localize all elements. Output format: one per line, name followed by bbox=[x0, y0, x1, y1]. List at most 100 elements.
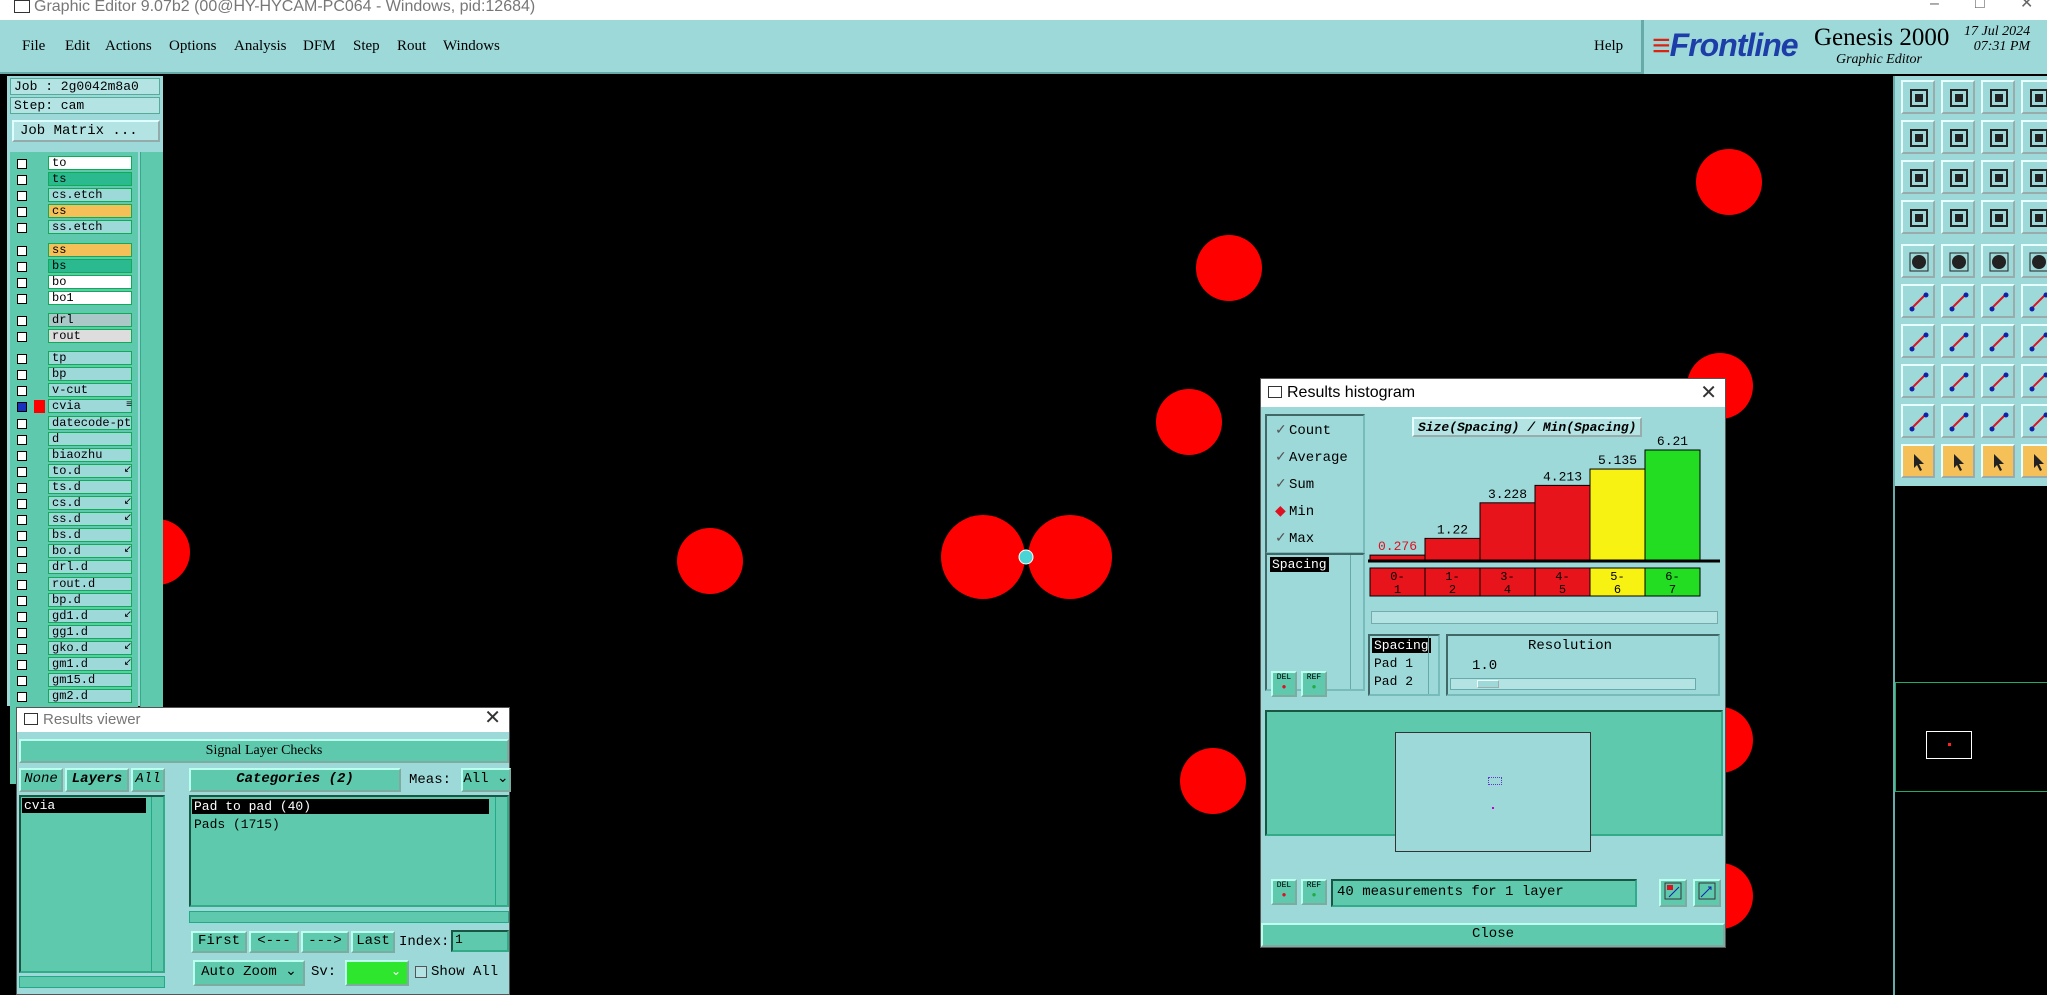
open-icon[interactable] bbox=[1901, 80, 1935, 114]
lasso-icon[interactable] bbox=[1981, 444, 2015, 478]
layer-name[interactable]: cs.etch bbox=[48, 188, 132, 203]
layer-visibility-checkbox[interactable] bbox=[17, 692, 27, 703]
layer-row[interactable]: bs.d bbox=[10, 528, 138, 543]
auto-zoom-dropdown[interactable]: Auto Zoom ⌄ bbox=[193, 960, 305, 986]
category-list[interactable]: Pad to pad (40) Pads (1715) bbox=[189, 795, 509, 907]
close-icon[interactable]: ✕ bbox=[2020, 0, 2033, 12]
option-average[interactable]: ✓ Average bbox=[1275, 449, 1348, 466]
swap-icon[interactable] bbox=[1981, 120, 2015, 154]
results-viewer-close-icon[interactable]: ✕ bbox=[484, 706, 501, 730]
layer-name[interactable]: to.d bbox=[48, 463, 132, 478]
layer-visibility-checkbox[interactable] bbox=[17, 660, 27, 670]
meas-item-pad1[interactable]: Pad 1 bbox=[1374, 656, 1413, 671]
layers-all-button[interactable]: All bbox=[131, 768, 165, 792]
layer-name[interactable]: biaozhu bbox=[48, 447, 132, 462]
menu-actions[interactable]: Actions bbox=[105, 38, 152, 55]
layer-visibility-checkbox[interactable] bbox=[17, 643, 27, 654]
minus-icon[interactable] bbox=[1941, 364, 1975, 398]
layer-row[interactable]: bo1 bbox=[10, 290, 138, 306]
layer-visibility-checkbox[interactable] bbox=[17, 223, 27, 234]
layer-row[interactable]: ss bbox=[10, 242, 138, 258]
layer-visibility-checkbox[interactable] bbox=[17, 515, 27, 526]
option-sum[interactable]: ✓ Sum bbox=[1275, 476, 1314, 493]
close-button[interactable]: Close bbox=[1261, 923, 1725, 947]
layer-visibility-checkbox[interactable] bbox=[17, 611, 27, 622]
layer-row[interactable]: rout bbox=[10, 329, 138, 344]
menu-windows[interactable]: Windows bbox=[443, 38, 500, 55]
layer-name[interactable]: bp bbox=[48, 367, 132, 382]
category-item-spacing[interactable]: Spacing bbox=[1270, 557, 1329, 572]
layer-row[interactable]: d bbox=[10, 431, 138, 447]
circle-icon[interactable] bbox=[2021, 244, 2047, 278]
layer-visibility-checkbox[interactable] bbox=[17, 370, 27, 381]
layer-row[interactable]: to.d ↙ bbox=[10, 463, 138, 479]
maximize-icon[interactable]: □ bbox=[1975, 0, 1985, 12]
category-item-pads[interactable]: Pads (1715) bbox=[194, 817, 280, 832]
preview-del-button[interactable]: DEL ● bbox=[1271, 879, 1297, 905]
layer-name[interactable]: bp.d bbox=[48, 592, 132, 607]
layer-name[interactable]: bs.d bbox=[48, 528, 132, 543]
option-max[interactable]: ✓ Max bbox=[1275, 530, 1314, 547]
help-icon[interactable] bbox=[2021, 160, 2047, 194]
layer-visibility-checkbox[interactable] bbox=[17, 531, 27, 542]
pad-icon[interactable] bbox=[1901, 244, 1935, 278]
select-icon[interactable] bbox=[1901, 444, 1935, 478]
layer-list-vscrollbar[interactable] bbox=[151, 797, 163, 971]
layer-visibility-checkbox[interactable] bbox=[17, 277, 27, 288]
layer-row[interactable]: bo.d ↙ bbox=[10, 544, 138, 559]
shape-icon[interactable] bbox=[1941, 244, 1975, 278]
prev-button[interactable]: <--- bbox=[249, 931, 299, 953]
bracket-icon[interactable] bbox=[1981, 364, 2015, 398]
layer-visibility-checkbox[interactable] bbox=[17, 332, 27, 342]
preview-ref-button[interactable]: REF ● bbox=[1301, 879, 1327, 905]
layer-visibility-checkbox[interactable] bbox=[17, 315, 27, 326]
category-list-hscrollbar[interactable] bbox=[189, 911, 509, 923]
layers-button[interactable]: Layers bbox=[65, 768, 129, 792]
layer-row[interactable]: cvia ≡ bbox=[10, 399, 138, 414]
drag-icon[interactable] bbox=[2021, 444, 2047, 478]
layer-list-hscrollbar[interactable] bbox=[19, 976, 165, 988]
job-matrix-button[interactable]: Job Matrix ... bbox=[12, 120, 160, 142]
layer-visibility-checkbox[interactable] bbox=[17, 627, 27, 638]
layer-visibility-checkbox[interactable] bbox=[17, 418, 27, 429]
layer-visibility-checkbox[interactable] bbox=[17, 402, 27, 413]
layout-icon[interactable] bbox=[2021, 80, 2047, 114]
menu-edit[interactable]: Edit bbox=[65, 38, 90, 55]
layer-row[interactable]: cs.etch bbox=[10, 188, 138, 203]
category-item-pad-to-pad[interactable]: Pad to pad (40) bbox=[192, 799, 489, 814]
layers-icon[interactable] bbox=[1981, 200, 2015, 234]
triangle-icon[interactable] bbox=[1901, 404, 1935, 438]
export-icon[interactable] bbox=[1941, 120, 1975, 154]
category-scrollbar[interactable] bbox=[1350, 555, 1363, 689]
scale-icon[interactable] bbox=[1981, 160, 2015, 194]
layer-name[interactable]: drl.d bbox=[48, 560, 132, 575]
menu-rout[interactable]: Rout bbox=[397, 38, 426, 55]
layer-visibility-checkbox[interactable] bbox=[17, 434, 27, 445]
layer-row[interactable]: gd1.d ↙ bbox=[10, 608, 138, 624]
meas-item-spacing[interactable]: Spacing bbox=[1372, 638, 1431, 653]
layer-visibility-checkbox[interactable] bbox=[17, 386, 27, 397]
layer-name[interactable]: ss bbox=[48, 242, 132, 257]
layer-row[interactable]: bs bbox=[10, 258, 138, 274]
layer-name[interactable]: gm15.d bbox=[48, 673, 132, 688]
layer-visibility-checkbox[interactable] bbox=[17, 261, 27, 272]
layer-row[interactable]: ss.etch bbox=[10, 220, 138, 235]
layer-list-scrollbar[interactable] bbox=[140, 152, 163, 784]
fit-icon[interactable] bbox=[1901, 160, 1935, 194]
angle-icon[interactable] bbox=[1901, 324, 1935, 358]
layer-row[interactable]: ts bbox=[10, 172, 138, 187]
layer-visibility-checkbox[interactable] bbox=[17, 466, 27, 477]
zoom-icon[interactable] bbox=[1941, 160, 1975, 194]
layer-row[interactable]: drl.d bbox=[10, 560, 138, 575]
zoom-view-icon[interactable] bbox=[1693, 879, 1721, 907]
layer-row[interactable]: rout.d bbox=[10, 576, 138, 592]
del-button[interactable]: DEL ● bbox=[1271, 671, 1297, 697]
layer-visibility-checkbox[interactable] bbox=[17, 159, 27, 169]
meas-item-pad2[interactable]: Pad 2 bbox=[1374, 674, 1413, 689]
cross-icon[interactable] bbox=[1941, 284, 1975, 318]
import-icon[interactable] bbox=[1901, 120, 1935, 154]
menu-options[interactable]: Options bbox=[169, 38, 217, 55]
group-icon[interactable] bbox=[2021, 364, 2047, 398]
layer-visibility-checkbox[interactable] bbox=[17, 563, 27, 574]
layer-row[interactable]: gg1.d bbox=[10, 624, 138, 640]
